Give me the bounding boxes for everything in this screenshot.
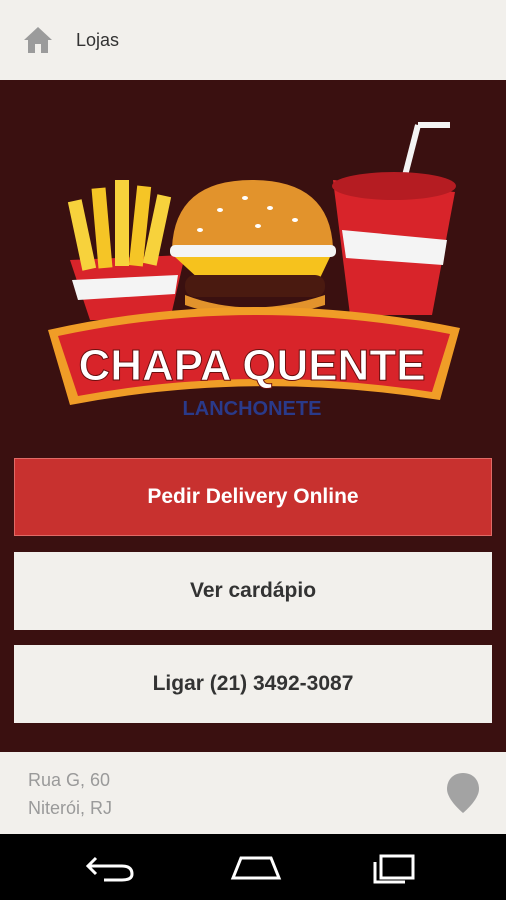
store-logo-banner: CHAPA QUENTE LANCHONETE: [0, 80, 506, 448]
address-footer[interactable]: [0, 752, 506, 834]
page-title: Lojas: [76, 30, 120, 50]
fries-illustration: [67, 180, 185, 320]
top-bar: Lojas: [0, 0, 506, 80]
brand-subtitle: LANCHONETE: [183, 398, 322, 420]
system-nav-bar: [0, 834, 506, 900]
home-icon[interactable]: [223, 848, 283, 886]
home-icon[interactable]: [22, 24, 54, 56]
call-store-button[interactable]: Ligar (21) 3492-3087: [14, 645, 492, 723]
burger-illustration: [170, 180, 336, 317]
brand-title: CHAPA QUENTE: [78, 341, 425, 390]
map-pin-icon[interactable]: [446, 772, 480, 814]
order-delivery-button[interactable]: Pedir Delivery Online: [14, 458, 492, 536]
back-icon[interactable]: [82, 848, 142, 886]
store-logo: CHAPA QUENTE LANCHONETE: [48, 122, 460, 420]
recent-apps-icon[interactable]: [365, 848, 425, 886]
address-line-2: Niterói, RJ: [28, 798, 113, 818]
drink-illustration: [332, 122, 456, 315]
view-menu-button[interactable]: Ver cardápio: [14, 552, 492, 630]
address-line-1: Rua G, 60: [28, 770, 111, 790]
